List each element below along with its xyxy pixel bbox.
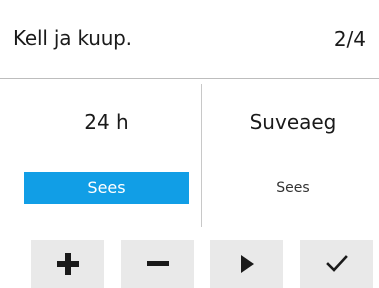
setting-dst-value[interactable]: Sees bbox=[213, 172, 373, 204]
plus-button[interactable] bbox=[31, 240, 104, 288]
header: Kell ja kuup. 2/4 bbox=[0, 0, 379, 78]
setting-24h-label: 24 h bbox=[84, 110, 129, 134]
setting-dst-label: Suveaeg bbox=[249, 110, 337, 134]
play-icon bbox=[240, 255, 254, 273]
minus-button[interactable] bbox=[121, 240, 194, 288]
screen-title: Kell ja kuup. bbox=[13, 26, 132, 50]
checkmark-icon bbox=[325, 255, 348, 272]
next-button[interactable] bbox=[210, 240, 283, 288]
setting-24h-value[interactable]: Sees bbox=[24, 172, 189, 204]
minus-icon bbox=[146, 261, 169, 266]
page-indicator: 2/4 bbox=[333, 27, 366, 51]
confirm-button[interactable] bbox=[300, 240, 373, 288]
plus-icon bbox=[56, 253, 79, 275]
header-divider bbox=[0, 78, 379, 79]
column-divider bbox=[201, 84, 202, 227]
